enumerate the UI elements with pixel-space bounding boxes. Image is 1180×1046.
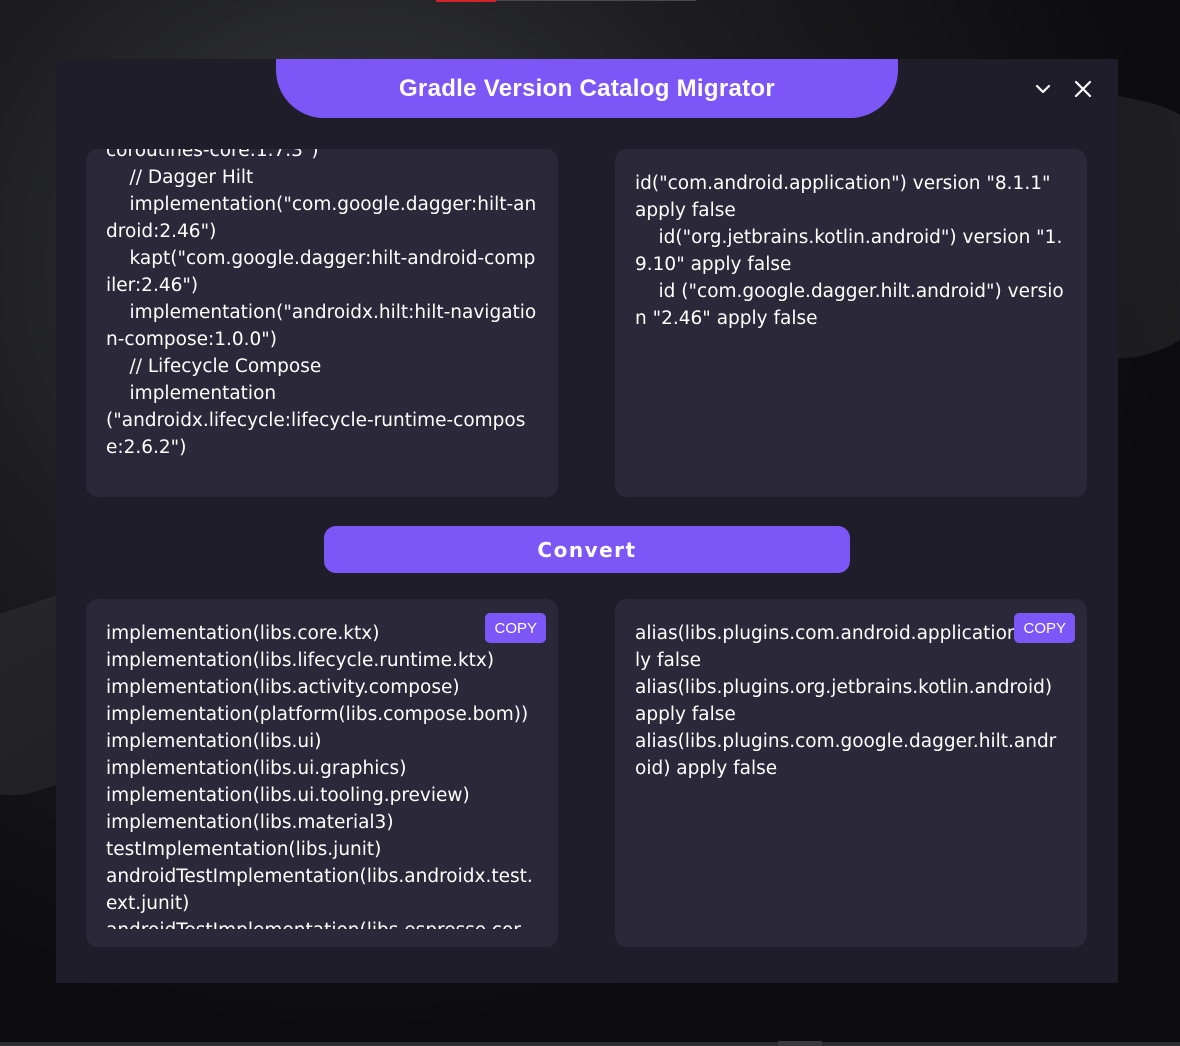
- convert-button[interactable]: Convert: [324, 526, 850, 573]
- minimize-button[interactable]: [1031, 77, 1055, 101]
- app-window: Gradle Version Catalog Migrator coroutin…: [56, 59, 1118, 983]
- background-accent: [496, 0, 696, 1]
- dependencies-input-panel[interactable]: coroutines-core:1.7.3") // Dagger Hilt i…: [86, 149, 558, 497]
- dependencies-output-text: implementation(libs.core.ktx) implementa…: [106, 623, 533, 941]
- chevron-down-icon: [1035, 84, 1051, 94]
- dependencies-input-text[interactable]: coroutines-core:1.7.3") // Dagger Hilt i…: [86, 149, 558, 461]
- panel-clip: [86, 929, 558, 947]
- plugins-output-text: alias(libs.plugins.com.android.applicati…: [635, 623, 1067, 779]
- window-title: Gradle Version Catalog Migrator: [276, 59, 898, 118]
- taskbar-notch: [778, 1041, 822, 1046]
- close-icon: [1074, 80, 1092, 98]
- plugins-output-panel: alias(libs.plugins.com.android.applicati…: [615, 599, 1087, 947]
- close-button[interactable]: [1071, 77, 1095, 101]
- background-accent: [436, 0, 496, 2]
- copy-plugins-button[interactable]: COPY: [1014, 613, 1075, 643]
- dependencies-output-panel: implementation(libs.core.ktx) implementa…: [86, 599, 558, 947]
- taskbar-edge: [0, 1042, 1180, 1046]
- copy-dependencies-button[interactable]: COPY: [485, 613, 546, 643]
- plugins-input-panel[interactable]: id("com.android.application") version "8…: [615, 149, 1087, 497]
- plugins-input-text[interactable]: id("com.android.application") version "8…: [615, 170, 1087, 332]
